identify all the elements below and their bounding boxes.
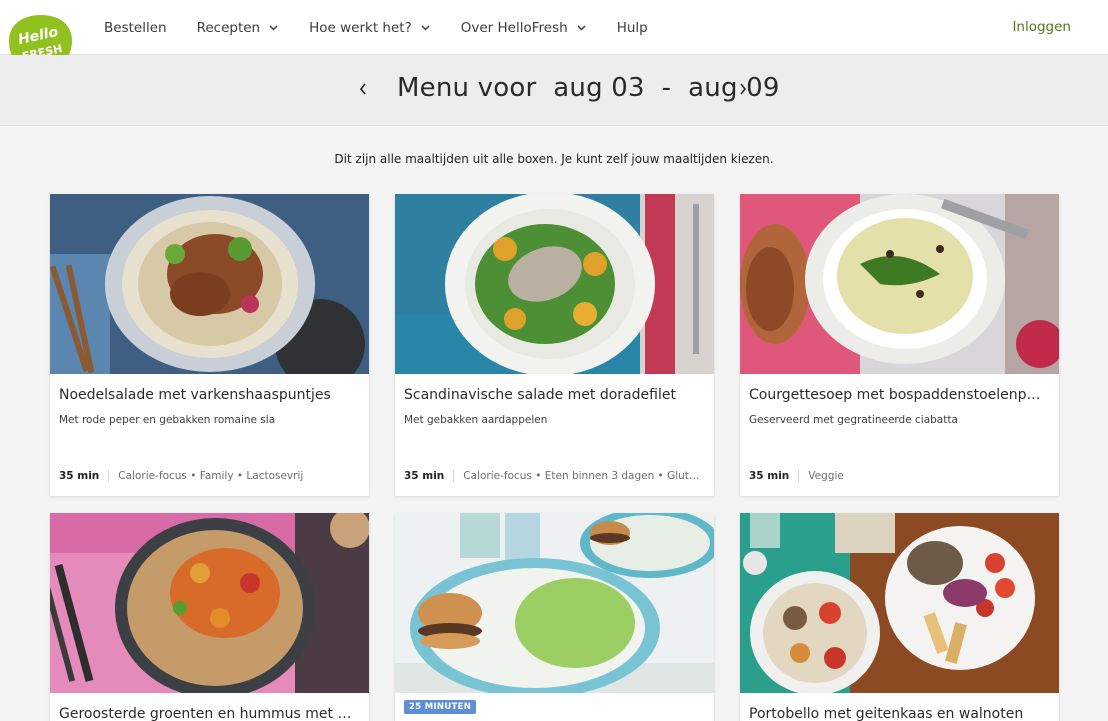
recipe-card[interactable]: Scandinavische salade met doradefilet Me… [395,194,714,496]
recipe-title: Courgettesoep met bospaddenstoelenpe… [749,387,1049,403]
main-nav: Bestellen Recepten Hoe werkt het? Over H… [104,0,678,55]
recipe-image [50,194,369,374]
nav-hoe-werkt-het[interactable]: Hoe werkt het? [309,20,431,36]
recipe-title: Noedelsalade met varkenshaaspuntjes [59,387,331,403]
recipe-image [395,194,714,374]
recipe-card[interactable]: Noedelsalade met varkenshaaspuntjes Met … [50,194,369,496]
recipe-subtitle: Geserveerd met gegratineerde ciabatta [749,414,958,426]
recipe-image [395,513,714,693]
nav-label: Over HelloFresh [460,19,568,36]
recipe-tags: Veggie [808,470,844,482]
chevron-down-icon [577,25,586,31]
recipe-card[interactable]: 25 MINUTEN [395,513,714,721]
week-title: Menu voor aug 03 - aug 09 [397,73,780,103]
login-link[interactable]: Inloggen [1012,19,1071,35]
recipe-tags: Calorie-focus • Family • Lactosevrij [118,470,304,482]
recipe-image [50,513,369,693]
recipe-tags: Calorie-focus • Eten binnen 3 dagen • Gl… [463,470,704,482]
chevron-left-icon [359,83,366,95]
recipe-subtitle: Met gebakken aardappelen [404,414,548,426]
recipe-card[interactable]: Courgettesoep met bospaddenstoelenpe… Ge… [740,194,1059,496]
recipe-title: Geroosterde groenten en hummus met e… [59,706,359,721]
recipe-subtitle: Met rode peper en gebakken romaine sla [59,414,276,426]
nav-recepten[interactable]: Recepten [197,20,280,36]
intro-text: Dit zijn alle maaltijden uit alle boxen.… [334,152,774,166]
recipe-time: 35 min [404,470,455,482]
nav-label: Recepten [196,19,261,36]
nav-label: Bestellen [104,19,167,36]
top-navigation: Hello FRESH Bestellen Recepten Hoe werkt… [0,0,1108,71]
chevron-down-icon [421,25,430,31]
next-week-button[interactable] [735,77,751,101]
time-badge: 25 MINUTEN [404,700,477,714]
recipe-meta: 35 min Calorie-focus • Family • Lactosev… [59,470,359,482]
previous-week-button[interactable] [355,77,371,101]
recipe-meta: 35 min Calorie-focus • Eten binnen 3 dag… [404,470,704,482]
nav-bestellen[interactable]: Bestellen [104,20,167,36]
nav-over-hellofresh[interactable]: Over HelloFresh [461,20,587,36]
chevron-down-icon [269,25,278,31]
recipe-card[interactable]: Geroosterde groenten en hummus met e… [50,513,369,721]
week-selector: Menu voor aug 03 - aug 09 [0,55,1108,126]
chevron-right-icon [740,83,747,95]
recipe-image [740,513,1059,693]
nav-label: Hoe werkt het? [309,19,412,36]
recipe-title: Portobello met geitenkaas en walnoten [749,706,1024,721]
recipe-time: 35 min [59,470,110,482]
recipe-image [740,194,1059,374]
recipe-card[interactable]: Portobello met geitenkaas en walnoten [740,513,1059,721]
recipe-title: Scandinavische salade met doradefilet [404,387,676,403]
nav-label: Hulp [616,19,648,36]
recipe-meta: 35 min Veggie [749,470,1049,482]
nav-hulp[interactable]: Hulp [617,20,648,36]
recipe-time: 35 min [749,470,800,482]
